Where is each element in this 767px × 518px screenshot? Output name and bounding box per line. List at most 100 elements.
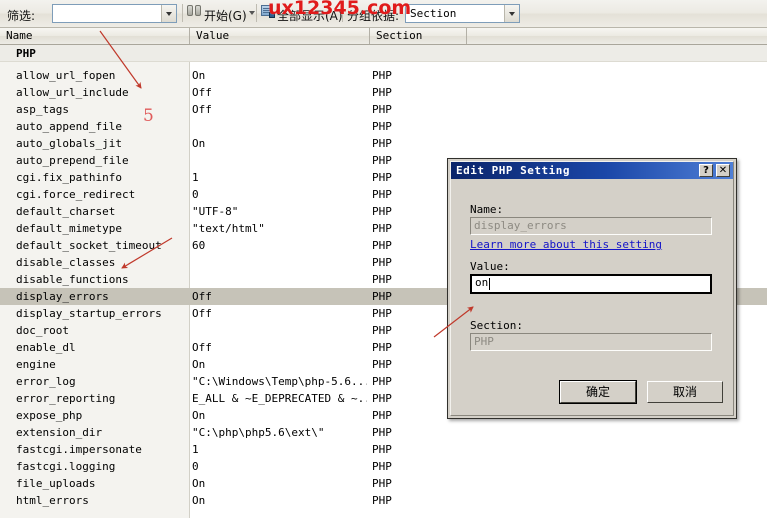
cell-section: PHP xyxy=(372,443,464,457)
column-header-section[interactable]: Section xyxy=(370,28,467,44)
name-field: display_errors xyxy=(470,217,712,235)
cell-section: PHP xyxy=(372,494,464,508)
cell-value: Off xyxy=(192,290,367,304)
cell-name: default_charset xyxy=(16,205,186,219)
cell-name: file_uploads xyxy=(16,477,186,491)
cell-value: On xyxy=(192,69,367,83)
cell-name: expose_php xyxy=(16,409,186,423)
filter-label: 筛选: xyxy=(7,7,35,24)
table-row[interactable]: fastcgi.impersonate1PHP xyxy=(0,441,767,458)
cell-section: PHP xyxy=(372,86,464,100)
cell-value xyxy=(192,324,367,338)
cell-value: "C:\php\php5.6\ext\" xyxy=(192,426,367,440)
ok-button[interactable]: 确定 xyxy=(560,381,636,403)
text-caret xyxy=(489,278,490,290)
chevron-down-icon[interactable] xyxy=(161,5,176,22)
value-field[interactable]: on xyxy=(470,274,712,294)
chevron-down-icon-2[interactable] xyxy=(504,5,519,22)
cell-value: "text/html" xyxy=(192,222,367,236)
section-field: PHP xyxy=(470,333,712,351)
cell-name: asp_tags xyxy=(16,103,186,117)
column-header-name[interactable]: Name xyxy=(0,28,190,44)
filter-combobox[interactable] xyxy=(52,4,177,23)
table-row[interactable]: asp_tagsOffPHP xyxy=(0,101,767,118)
cell-section: PHP xyxy=(372,477,464,491)
value-field-text: on xyxy=(475,276,488,289)
group-header-label: PHP xyxy=(16,47,36,60)
cancel-button[interactable]: 取消 xyxy=(647,381,723,403)
cell-value: On xyxy=(192,409,367,423)
column-header-value[interactable]: Value xyxy=(190,28,370,44)
cell-name: allow_url_include xyxy=(16,86,186,100)
start-button-label[interactable]: 开始(G) xyxy=(204,7,247,24)
cell-value: Off xyxy=(192,103,367,117)
cell-section: PHP xyxy=(372,426,464,440)
table-row[interactable]: html_errorsOnPHP xyxy=(0,492,767,509)
group-header-row[interactable]: PHP xyxy=(0,45,767,62)
value-field-label: Value: xyxy=(470,260,510,273)
cell-name: allow_url_fopen xyxy=(16,69,186,83)
cell-name: doc_root xyxy=(16,324,186,338)
cell-value: 60 xyxy=(192,239,367,253)
cell-value: Off xyxy=(192,307,367,321)
toolbar-divider-2 xyxy=(256,4,257,22)
dialog-title-bar[interactable]: Edit PHP Setting ? ✕ xyxy=(451,162,733,179)
cell-value: E_ALL & ~E_DEPRECATED & ~... xyxy=(192,392,367,406)
cell-value: On xyxy=(192,358,367,372)
cell-value xyxy=(192,273,367,287)
group-by-value: Section xyxy=(410,7,456,20)
cell-name: disable_classes xyxy=(16,256,186,270)
help-icon[interactable]: ? xyxy=(699,164,713,177)
cell-section: PHP xyxy=(372,137,464,151)
cell-value: On xyxy=(192,477,367,491)
cell-section: PHP xyxy=(372,460,464,474)
cell-name: default_mimetype xyxy=(16,222,186,236)
cell-section: PHP xyxy=(372,69,464,83)
watermark: ux12345.com xyxy=(268,0,411,19)
cell-name: auto_append_file xyxy=(16,120,186,134)
close-icon[interactable]: ✕ xyxy=(716,164,730,177)
learn-more-link[interactable]: Learn more about this setting xyxy=(470,238,662,251)
cell-name: cgi.force_redirect xyxy=(16,188,186,202)
cell-value: 1 xyxy=(192,171,367,185)
cell-name: display_errors xyxy=(16,290,186,304)
grid-header: Name Value Section xyxy=(0,28,767,45)
toolbar-divider xyxy=(182,4,183,22)
cell-value: 1 xyxy=(192,443,367,457)
table-row[interactable]: fastcgi.logging 0 PHP xyxy=(0,458,767,475)
cell-section: PHP xyxy=(372,120,464,134)
table-row[interactable]: allow_url_fopen On PHP xyxy=(0,67,767,84)
cell-name: html_errors xyxy=(16,494,186,508)
cell-name: error_reporting xyxy=(16,392,186,406)
cell-value xyxy=(192,256,367,270)
table-row[interactable]: extension_dir "C:\php\php5.6\ext\" PHP xyxy=(0,424,767,441)
filter-input[interactable] xyxy=(53,5,162,22)
cell-value: 0 xyxy=(192,188,367,202)
cell-name: default_socket_timeout xyxy=(16,239,186,253)
cell-value: 0 xyxy=(192,460,367,474)
binoculars-icon xyxy=(187,3,202,17)
column-header-blank[interactable] xyxy=(467,28,767,44)
name-field-label: Name: xyxy=(470,203,503,216)
step-number-annotation: 5 xyxy=(143,106,154,126)
cell-value: Off xyxy=(192,341,367,355)
cell-value: "C:\Windows\Temp\php-5.6.... xyxy=(192,375,367,389)
cell-name: auto_prepend_file xyxy=(16,154,186,168)
cell-name: error_log xyxy=(16,375,186,389)
cell-name: cgi.fix_pathinfo xyxy=(16,171,186,185)
table-row[interactable]: allow_url_includeOffPHP xyxy=(0,84,767,101)
table-row[interactable]: auto_globals_jitOnPHP xyxy=(0,135,767,152)
cell-value: "UTF-8" xyxy=(192,205,367,219)
cell-name: extension_dir xyxy=(16,426,186,440)
cell-value: On xyxy=(192,137,367,151)
cell-name: disable_functions xyxy=(16,273,186,287)
table-row[interactable]: auto_append_file PHP xyxy=(0,118,767,135)
cell-name: engine xyxy=(16,358,186,372)
start-dropdown-icon[interactable] xyxy=(249,11,255,15)
group-by-combobox[interactable]: Section xyxy=(405,4,520,23)
cell-name: fastcgi.logging xyxy=(16,460,186,474)
cell-value xyxy=(192,154,367,168)
cell-name: enable_dl xyxy=(16,341,186,355)
dialog-title-text: Edit PHP Setting xyxy=(456,164,570,177)
table-row[interactable]: file_uploads On PHP xyxy=(0,475,767,492)
